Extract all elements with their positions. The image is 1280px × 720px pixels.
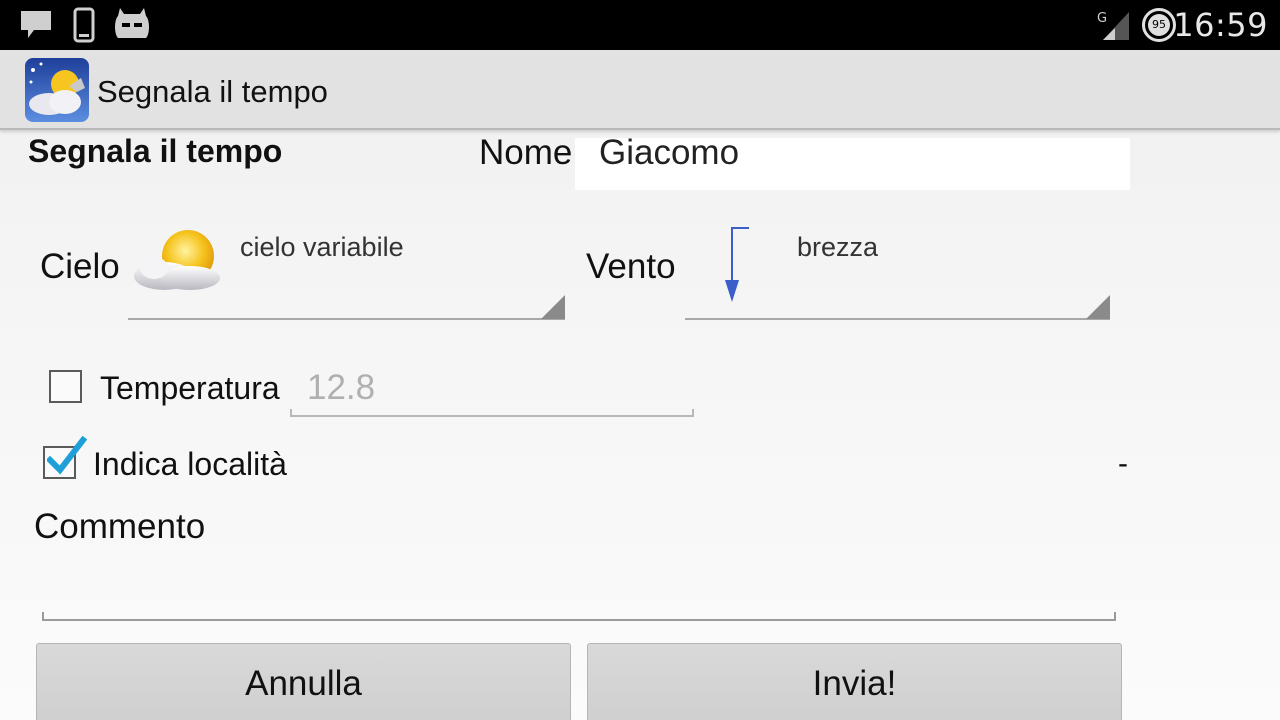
name-input[interactable]: Giacomo <box>575 133 1130 190</box>
cancel-button[interactable]: Annulla <box>36 643 571 720</box>
clock: 16:59 <box>1173 6 1268 44</box>
partly-cloudy-icon <box>134 230 220 290</box>
phone-icon <box>73 7 95 43</box>
cyanogen-mascot-icon <box>115 8 149 38</box>
name-input-value: Giacomo <box>599 133 740 172</box>
battery-level: 95 <box>1152 18 1166 31</box>
temperature-label: Temperatura <box>100 370 280 406</box>
sky-spinner-dropdown-icon <box>541 295 565 319</box>
sky-spinner[interactable]: cielo variabile <box>128 222 565 320</box>
battery-icon: 95 <box>1142 8 1176 42</box>
temperature-checkbox[interactable] <box>49 370 82 403</box>
send-button[interactable]: Invia! <box>587 643 1122 720</box>
svg-text:G: G <box>1097 11 1107 26</box>
weather-app-icon[interactable] <box>25 58 89 122</box>
signal-icon: G <box>1097 11 1129 40</box>
check-icon <box>47 436 87 475</box>
action-bar-title: Segnala il tempo <box>97 74 328 109</box>
sky-spinner-underline <box>128 318 565 320</box>
temperature-input-placeholder: 12.8 <box>307 368 376 407</box>
location-value: - <box>1118 447 1128 480</box>
form-heading: Segnala il tempo <box>28 133 283 169</box>
chat-notification-icon <box>21 11 51 38</box>
sky-label: Cielo <box>40 247 120 286</box>
sky-spinner-value: cielo variabile <box>240 232 404 262</box>
action-bar: Segnala il tempo <box>0 50 1280 130</box>
temperature-input[interactable]: 12.8 <box>290 360 694 418</box>
location-label: Indica località <box>93 446 287 482</box>
comment-input[interactable] <box>42 555 1116 621</box>
comment-label: Commento <box>34 507 206 546</box>
location-checkbox[interactable] <box>43 436 87 479</box>
name-label: Nome <box>479 133 573 172</box>
wind-spinner-value: brezza <box>797 232 879 262</box>
wind-spinner-dropdown-icon <box>1086 295 1110 319</box>
wind-label: Vento <box>586 247 676 286</box>
wind-spinner[interactable]: brezza <box>685 222 1110 320</box>
wind-arrow-down-icon <box>725 227 749 302</box>
status-bar: G 95 16:59 <box>0 0 1280 50</box>
wind-spinner-underline <box>685 318 1110 320</box>
